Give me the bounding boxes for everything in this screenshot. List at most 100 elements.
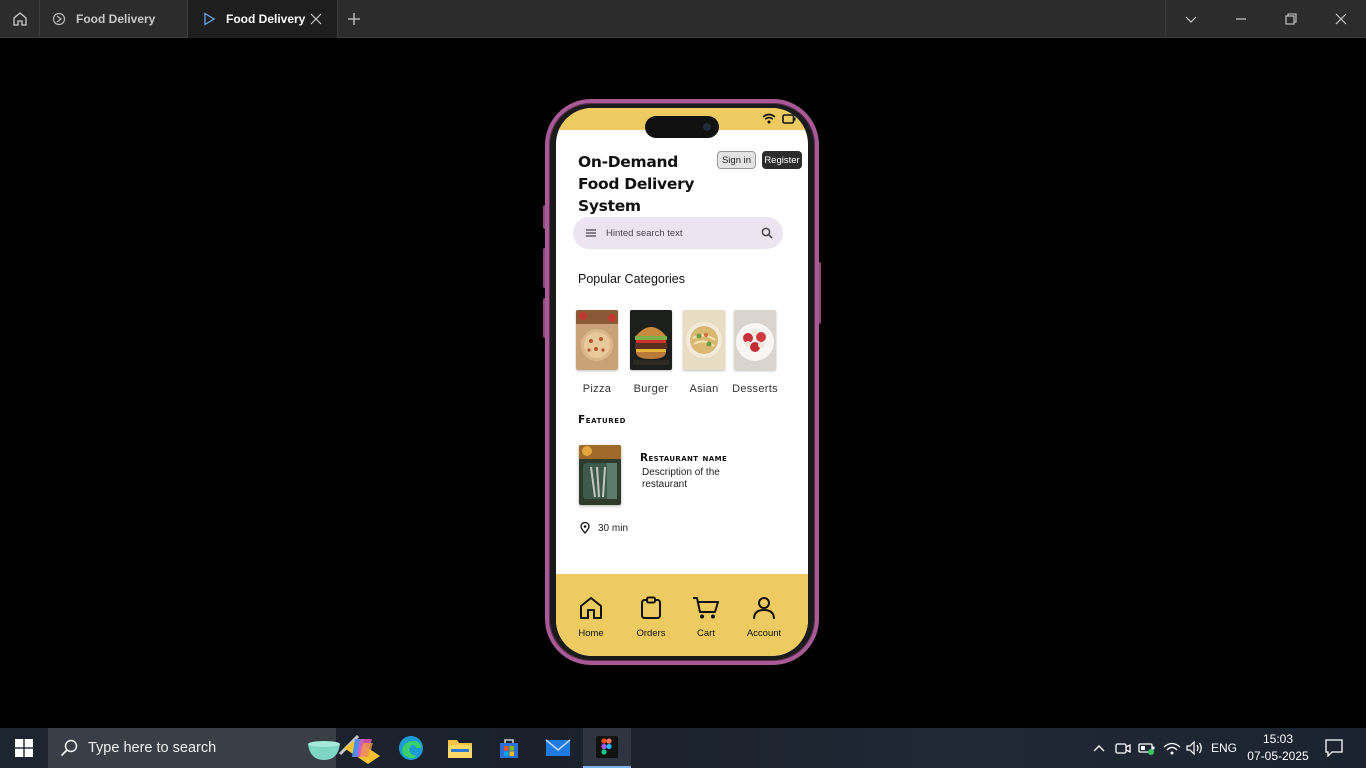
cart-icon xyxy=(693,597,719,619)
restore-button[interactable] xyxy=(1266,0,1316,38)
category-asian[interactable]: Asian xyxy=(680,310,728,395)
restaurant-image[interactable] xyxy=(579,445,621,505)
nav-label: Orders xyxy=(636,628,666,639)
restore-icon xyxy=(1285,13,1297,25)
taskbar-search-placeholder: Type here to search xyxy=(88,740,217,756)
taskbar-mail[interactable] xyxy=(534,728,582,768)
play-icon xyxy=(202,12,216,26)
featured-heading-text: Featured xyxy=(578,414,627,426)
volume-button[interactable] xyxy=(1184,728,1206,768)
phone-screen: On-Demand Food Delivery System Sign in R… xyxy=(556,108,808,656)
battery-status-button[interactable] xyxy=(1136,728,1158,768)
category-label: Pizza xyxy=(582,383,612,395)
edge-icon xyxy=(399,736,423,760)
tab-food-delivery-file[interactable]: Food Delivery xyxy=(40,0,188,38)
pizza-image xyxy=(576,310,618,370)
windows-logo-icon xyxy=(15,739,33,757)
restaurant-name: Restaurant name xyxy=(640,452,727,464)
taskbar-edge[interactable] xyxy=(387,728,435,768)
network-status-button[interactable] xyxy=(1160,728,1184,768)
burger-image xyxy=(630,310,672,370)
location-pin-icon xyxy=(580,522,590,534)
nav-label: Cart xyxy=(697,628,715,639)
home-icon xyxy=(580,597,602,619)
nav-home[interactable]: Home xyxy=(563,594,619,639)
clipboard-icon xyxy=(641,596,661,619)
nav-label: Account xyxy=(746,628,782,639)
search-icon xyxy=(60,739,78,757)
tab-label: Food Delivery xyxy=(76,12,156,26)
notifications-button[interactable] xyxy=(1318,728,1350,768)
taskbar-search-box[interactable]: Type here to search xyxy=(48,728,380,768)
minimize-icon xyxy=(1236,18,1246,20)
restaurant-description: Description of the restaurant xyxy=(642,467,720,490)
input-language-button[interactable]: ENG xyxy=(1208,728,1240,768)
minimize-button[interactable] xyxy=(1216,0,1266,38)
window-controls xyxy=(1165,0,1366,38)
taskbar: Type here to search ENG 15:03 07-05-2025 xyxy=(0,728,1366,768)
bottom-navigation: Home Orders Cart Account xyxy=(556,574,808,656)
search-icon[interactable] xyxy=(761,227,773,239)
clock-time: 15:03 xyxy=(1262,732,1294,746)
close-tab-icon[interactable] xyxy=(309,12,323,26)
category-burger[interactable]: Burger xyxy=(627,310,675,395)
tabs-dropdown-button[interactable] xyxy=(1166,0,1216,38)
home-icon xyxy=(12,12,27,26)
wifi-icon xyxy=(762,113,776,124)
taskbar-file-explorer[interactable] xyxy=(436,728,484,768)
mail-icon xyxy=(545,739,571,756)
clock[interactable]: 15:03 07-05-2025 xyxy=(1244,731,1312,765)
search-input[interactable] xyxy=(606,225,746,241)
category-label: Burger xyxy=(633,383,669,395)
start-button[interactable] xyxy=(0,728,48,768)
dynamic-island xyxy=(645,116,719,138)
desserts-image xyxy=(734,310,776,370)
asian-food-image xyxy=(683,310,725,370)
register-button[interactable]: Register xyxy=(762,151,802,169)
speaker-icon xyxy=(1186,741,1202,755)
wifi-icon xyxy=(1163,742,1181,755)
menu-icon[interactable] xyxy=(585,227,597,239)
sign-in-button[interactable]: Sign in xyxy=(717,151,756,169)
battery-charging-icon xyxy=(1138,743,1155,755)
show-hidden-icons-button[interactable] xyxy=(1088,728,1110,768)
taskbar-store[interactable] xyxy=(485,728,533,768)
store-icon xyxy=(500,739,518,758)
nav-orders[interactable]: Orders xyxy=(623,594,679,639)
clock-date: 07-05-2025 xyxy=(1247,749,1309,763)
featured-heading: Featured xyxy=(578,414,626,426)
category-desserts[interactable]: Desserts xyxy=(731,310,779,395)
battery-icon xyxy=(782,113,796,124)
nav-account[interactable]: Account xyxy=(736,594,792,639)
tab-food-delivery-prototype[interactable]: Food Delivery xyxy=(188,0,338,38)
restaurant-name-text: Restaurant name xyxy=(640,452,728,464)
search-bar[interactable] xyxy=(573,217,783,249)
taskbar-copilot[interactable] xyxy=(338,728,386,768)
delivery-time: 30 min xyxy=(580,522,628,534)
tab-label: Food Delivery xyxy=(226,12,306,26)
close-icon xyxy=(1335,13,1347,25)
category-label: Desserts xyxy=(732,383,778,395)
categories-heading: Popular Categories xyxy=(578,272,686,286)
camera-icon xyxy=(1115,743,1131,754)
nav-cart[interactable]: Cart xyxy=(678,594,734,639)
category-pizza[interactable]: Pizza xyxy=(573,310,621,395)
folder-icon xyxy=(448,740,472,758)
copilot-icon xyxy=(352,739,373,757)
category-label: Asian xyxy=(689,383,719,395)
meet-now-button[interactable] xyxy=(1112,728,1134,768)
close-window-button[interactable] xyxy=(1316,0,1366,38)
new-tab-button[interactable] xyxy=(345,10,363,28)
nav-label: Home xyxy=(578,628,604,639)
chevron-up-icon xyxy=(1093,745,1105,752)
chat-bubble-icon xyxy=(1325,739,1343,757)
app-title: On-Demand Food Delivery System xyxy=(578,153,695,215)
delivery-time-label: 30 min xyxy=(598,522,629,534)
chevron-down-icon xyxy=(1185,16,1197,23)
figjam-icon xyxy=(52,12,66,26)
title-bar: Food Delivery Food Delivery xyxy=(0,0,1366,38)
home-tab-button[interactable] xyxy=(0,0,40,38)
figma-icon xyxy=(596,736,618,758)
taskbar-figma[interactable] xyxy=(583,728,631,768)
plus-icon xyxy=(348,13,360,25)
